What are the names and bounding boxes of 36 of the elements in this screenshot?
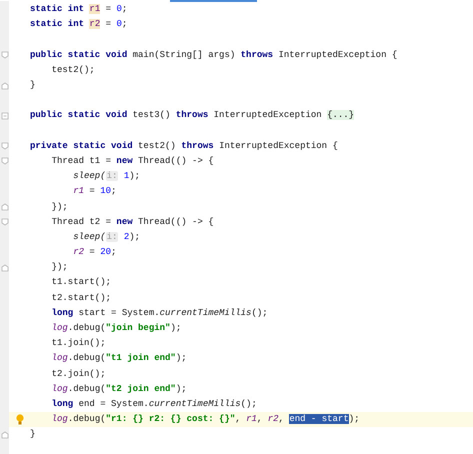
fold-marker-icon[interactable] [0,218,8,226]
code-line: log.debug("join begin"); [50,322,182,336]
fold-marker-icon[interactable] [0,264,8,272]
code-line: sleep(i: 2); [72,230,140,244]
code-line: t2.join(); [50,368,106,381]
code-line: Thread t2 = new Thread(() -> { [50,216,214,229]
code-line: t1.start(); [50,276,112,290]
code-line: } [30,428,36,442]
fold-marker-icon[interactable] [0,157,8,166]
code-line: log.debug("t1 join end"); [50,352,187,366]
fold-marker-icon[interactable] [0,82,8,90]
code-line: public static void test3() throws InterruptedException {...} [30,109,354,122]
code-line: }); [50,261,68,274]
code-line: r1 = 10; [72,185,116,198]
code-line: r2 = 20; [72,246,116,260]
code-line: sleep(i: 1); [72,170,140,184]
code-line: t1.join(); [50,337,106,350]
fold-marker-icon[interactable] [0,430,8,439]
code-line: private static void test2() throws InterruptedException { [30,140,338,153]
code-line: log.debug("r1: {} r2: {} cost: {}", r1, r2, end - start); [50,413,360,426]
code-line: long end = System.currentTimeMillis(); [50,398,257,411]
code-line: t2.start(); [50,292,112,305]
code-line: Thread t1 = new Thread(() -> { [50,154,214,168]
code-line: }); [50,200,68,214]
code-line: } [30,79,36,92]
fold-marker-icon[interactable] [0,142,8,150]
code-line: public static void main(String[] args) throws InterruptedException { [30,48,398,62]
lightbulb-icon[interactable] [16,414,24,426]
fold-marker-icon[interactable] [0,203,8,212]
code-line: long start = System.currentTimeMillis(); [50,306,268,320]
code-line: static int r2 = 0; [30,18,128,32]
code-line: test2(); [50,64,95,77]
fold-marker-icon[interactable] [0,112,8,120]
fold-marker-icon[interactable] [0,51,8,60]
code-line: static int r1 = 0; [30,3,128,16]
code-line: log.debug("t2 join end"); [50,382,187,396]
